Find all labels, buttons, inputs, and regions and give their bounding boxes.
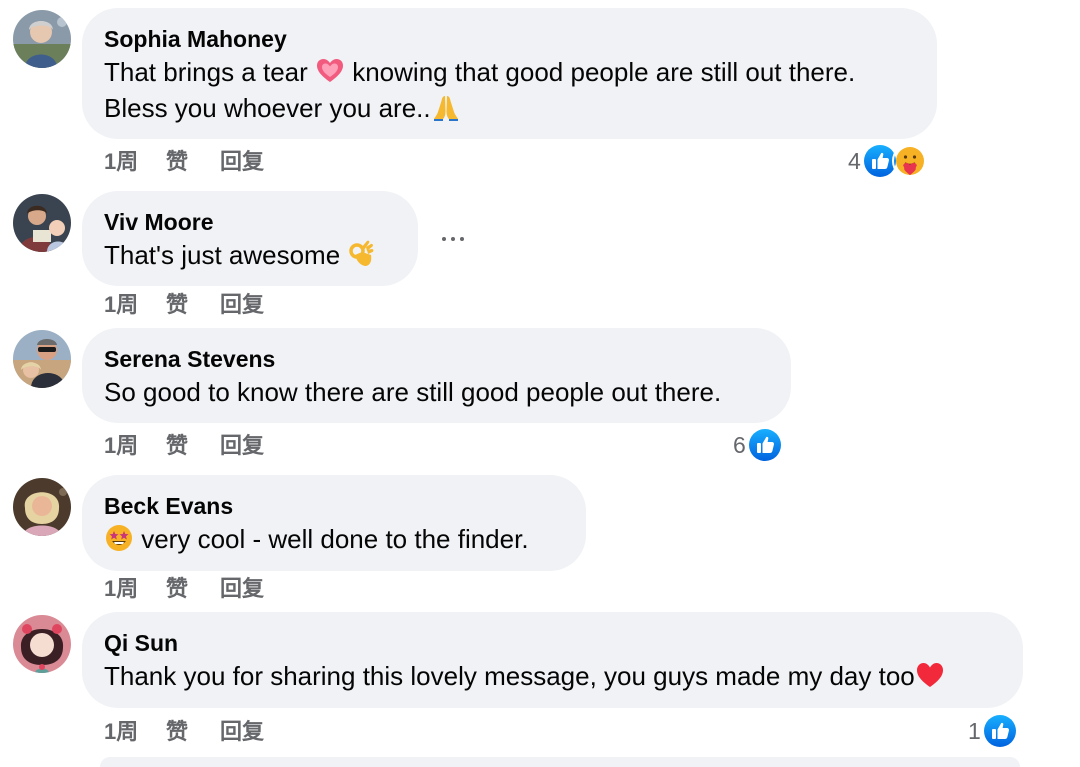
reaction-summary[interactable]: 6 (733, 427, 783, 463)
reaction-count: 6 (733, 431, 746, 458)
reply-link[interactable]: 回复 (220, 291, 264, 319)
comment-text: So good to know there are still good peo… (104, 377, 722, 407)
avatar[interactable] (13, 10, 71, 68)
comment-author[interactable]: Sophia Mahoney (104, 24, 915, 54)
comment-timestamp[interactable]: 1周 (104, 148, 166, 176)
avatar[interactable] (13, 194, 71, 252)
comment-author[interactable]: Qi Sun (104, 628, 1001, 658)
comment-bubble: Sophia Mahoney That brings a tear knowin… (82, 8, 937, 139)
reply-link[interactable]: 回复 (220, 432, 264, 460)
comment-timestamp[interactable]: 1周 (104, 291, 166, 319)
comment-actions: 1周赞回复 (104, 432, 264, 460)
reply-link[interactable]: 回复 (220, 575, 264, 603)
reaction-summary[interactable]: 4 (848, 143, 928, 179)
avatar[interactable] (13, 478, 71, 536)
ok-hand-emoji (347, 239, 377, 269)
reaction-count: 1 (968, 717, 981, 744)
like-link[interactable]: 赞 (166, 718, 220, 746)
like-link[interactable]: 赞 (166, 432, 220, 460)
comment-author[interactable]: Viv Moore (104, 207, 396, 237)
like-link[interactable]: 赞 (166, 148, 220, 176)
next-comment-bubble-edge (100, 757, 1020, 767)
reaction-count: 4 (848, 147, 861, 174)
comment-text: Thank you for sharing this lovely messag… (104, 658, 1001, 694)
comment-text: That brings a tear knowing that good peo… (104, 56, 856, 87)
comment-text: That's just awesome (104, 237, 396, 273)
comment-bubble: Viv Moore That's just awesome (82, 191, 418, 286)
reply-link[interactable]: 回复 (220, 718, 264, 746)
care-reaction-icon (891, 143, 928, 179)
comment-author[interactable]: Serena Stevens (104, 344, 769, 374)
folded-hands-emoji (431, 92, 461, 122)
like-reaction-icon (746, 427, 783, 463)
reaction-summary[interactable]: 1 (968, 713, 1018, 749)
comment-actions: 1周赞回复 (104, 718, 264, 746)
comment-timestamp[interactable]: 1周 (104, 432, 166, 460)
avatar[interactable] (13, 615, 71, 673)
comment-bubble: Serena Stevens So good to know there are… (82, 328, 791, 423)
star-struck-emoji (104, 523, 134, 553)
avatar[interactable] (13, 330, 71, 388)
like-link[interactable]: 赞 (166, 291, 220, 319)
comment-actions: 1周赞回复 (104, 291, 264, 319)
comment-bubble: Beck Evans very cool - well done to the … (82, 475, 586, 571)
like-link[interactable]: 赞 (166, 575, 220, 603)
comment-bubble: Qi Sun Thank you for sharing this lovely… (82, 612, 1023, 708)
like-reaction-icon (981, 713, 1018, 749)
red-heart-emoji (915, 660, 945, 690)
more-options-icon[interactable] (438, 222, 468, 252)
comment-timestamp[interactable]: 1周 (104, 718, 166, 746)
comment-actions: 1周赞回复 (104, 575, 264, 603)
comment-timestamp[interactable]: 1周 (104, 575, 166, 603)
reply-link[interactable]: 回复 (220, 148, 264, 176)
comment-text: very cool - well done to the finder. (104, 521, 564, 557)
comment-text-line2: Bless you whoever you are.. (104, 90, 915, 126)
comment-author[interactable]: Beck Evans (104, 491, 564, 521)
heart-pulse-emoji (315, 56, 345, 86)
comment-actions: 1周赞回复 (104, 148, 264, 176)
